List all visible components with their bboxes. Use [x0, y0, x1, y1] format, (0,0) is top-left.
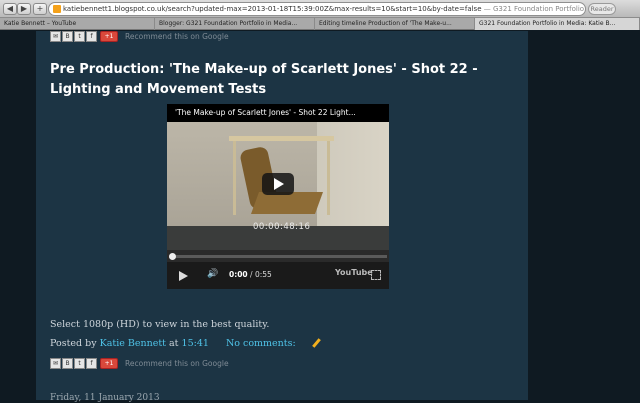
progress-knob[interactable] [169, 253, 176, 260]
volume-icon[interactable]: 🔊 [207, 269, 218, 279]
blogthis-icon[interactable]: B [62, 31, 73, 42]
youtube-player[interactable]: 'The Make-up of Scarlett Jones' - Shot 2… [167, 104, 389, 289]
address-text: katiebennett1.blogspot.co.uk/search?upda… [63, 5, 482, 13]
email-icon[interactable]: ✉ [50, 358, 61, 369]
author-link[interactable]: Katie Bennett [100, 338, 166, 349]
video-title[interactable]: 'The Make-up of Scarlett Jones' - Shot 2… [167, 104, 389, 122]
tab-editing-timeline[interactable]: Editing timeline Production of 'The Make… [315, 18, 475, 30]
video-progress-bar[interactable] [167, 250, 389, 262]
share-bar-top: ✉ B t f +1 Recommend this on Google [50, 31, 229, 42]
post-footer: Posted by Katie Bennett at 15:41 No comm… [50, 338, 321, 349]
back-button[interactable]: ◀ [3, 3, 17, 15]
reader-button[interactable]: Reader [588, 3, 616, 15]
table-leg [233, 141, 236, 215]
progress-track [169, 255, 387, 258]
facebook-icon[interactable]: f [86, 358, 97, 369]
video-table [229, 136, 334, 141]
youtube-logo[interactable]: YouTube [335, 268, 373, 277]
browser-toolbar: ◀ ▶ + katiebennett1.blogspot.co.uk/searc… [0, 0, 640, 18]
page-content: ✉ B t f +1 Recommend this on Google Pre … [0, 31, 640, 403]
post-title[interactable]: Pre Production: 'The Make-up of Scarlett… [50, 60, 520, 100]
video-chair-seat [250, 192, 324, 214]
post-time-link[interactable]: 15:41 [182, 338, 209, 349]
facebook-icon[interactable]: f [86, 31, 97, 42]
recommend-text: Recommend this on Google [125, 32, 229, 41]
table-leg [327, 141, 330, 215]
twitter-icon[interactable]: t [74, 358, 85, 369]
comments-link[interactable]: No comments: [226, 338, 296, 349]
plusone-button[interactable]: +1 [100, 31, 118, 42]
blogthis-icon[interactable]: B [62, 358, 73, 369]
email-icon[interactable]: ✉ [50, 31, 61, 42]
video-frame[interactable]: 00:00:48:16 [167, 122, 389, 250]
play-overlay-button[interactable] [262, 173, 294, 195]
address-bar[interactable]: katiebennett1.blogspot.co.uk/search?upda… [48, 2, 586, 16]
tab-bar: Katie Bennett – YouTube Blogger: G321 Fo… [0, 18, 640, 30]
twitter-icon[interactable]: t [74, 31, 85, 42]
play-icon[interactable] [179, 271, 188, 281]
posted-by-label: Posted by [50, 338, 97, 349]
tab-blogger[interactable]: Blogger: G321 Foundation Portfolio in Me… [155, 18, 315, 30]
date-header: Friday, 11 January 2013 [50, 393, 160, 403]
duration: / 0:55 [250, 270, 272, 279]
at-label: at [169, 338, 179, 349]
window-title: G321 Foundation Portfolio in Media: Kati… [492, 5, 585, 13]
plusone-button[interactable]: +1 [100, 358, 118, 369]
forward-button[interactable]: ▶ [17, 3, 31, 15]
current-time: 0:00 [229, 270, 248, 279]
share-bar-bottom: ✉ B t f +1 Recommend this on Google [50, 358, 229, 369]
post-body: Select 1080p (HD) to view in the best qu… [50, 319, 270, 330]
video-time: 0:00 / 0:55 [229, 270, 272, 279]
video-timecode: 00:00:48:16 [253, 222, 311, 232]
blogger-icon [53, 5, 61, 13]
fullscreen-icon[interactable] [371, 270, 381, 280]
add-bookmark-button[interactable]: + [33, 3, 47, 15]
video-controls: 🔊 0:00 / 0:55 YouTube [167, 262, 389, 289]
blog-post: ✉ B t f +1 Recommend this on Google Pre … [36, 31, 528, 403]
play-icon [274, 178, 284, 190]
edit-pencil-icon[interactable] [311, 338, 321, 348]
tab-youtube[interactable]: Katie Bennett – YouTube [0, 18, 155, 30]
recommend-text: Recommend this on Google [125, 359, 229, 368]
tab-portfolio[interactable]: G321 Foundation Portfolio in Media: Kati… [475, 18, 640, 30]
